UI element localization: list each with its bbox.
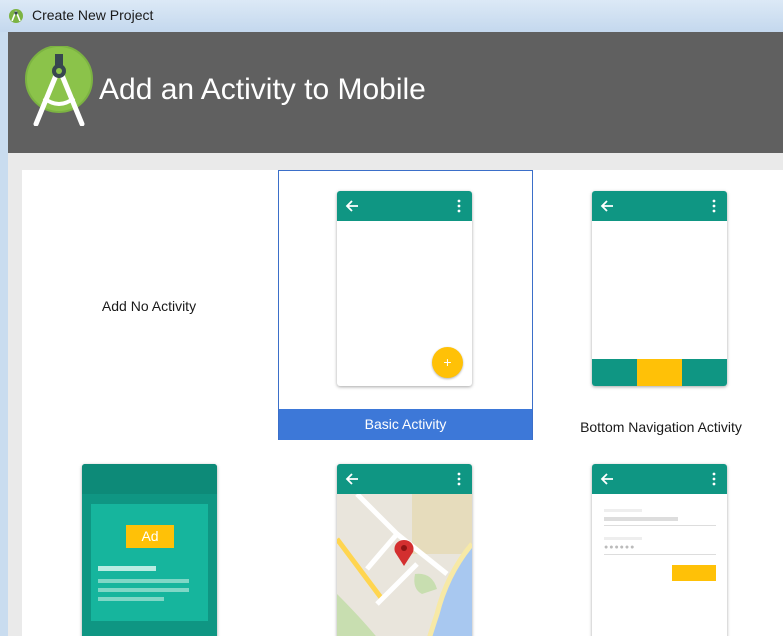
phone-preview: Ad	[82, 464, 217, 636]
ad-text-line	[98, 588, 189, 592]
sign-in-button	[672, 565, 716, 581]
password-field-value: ●●●●●●	[604, 544, 636, 551]
phone-preview: +	[337, 191, 472, 386]
ad-text-line	[98, 597, 164, 601]
page-title: Add an Activity to Mobile	[99, 73, 426, 106]
back-arrow-icon	[600, 473, 613, 485]
back-arrow-icon	[345, 200, 358, 212]
app-bar	[82, 464, 217, 494]
back-arrow-icon	[600, 200, 613, 212]
phone-preview	[337, 464, 472, 636]
activity-tile-login[interactable]: ●●●●●●	[534, 460, 783, 636]
activity-label: Add No Activity	[101, 298, 197, 314]
app-bar	[337, 191, 472, 221]
map-illustration	[337, 494, 472, 636]
ad-badge: Ad	[126, 525, 174, 548]
email-field-underline	[604, 525, 716, 526]
android-studio-logo-icon	[24, 45, 94, 131]
overflow-menu-icon	[712, 472, 716, 486]
create-project-window: Create New Project Add an Activity to Mo…	[0, 0, 783, 636]
bottom-nav-selected-item	[637, 359, 682, 386]
overflow-menu-icon	[712, 199, 716, 213]
overflow-menu-icon	[457, 199, 461, 213]
overflow-menu-icon	[457, 472, 461, 486]
window-title: Create New Project	[32, 7, 154, 23]
fab-plus-icon: +	[432, 347, 463, 378]
phone-preview: ●●●●●●	[592, 464, 727, 636]
window-frame-left	[0, 32, 8, 636]
android-studio-app-icon	[8, 8, 24, 29]
activity-label: Basic Activity	[279, 409, 532, 440]
ad-text-line	[98, 579, 189, 583]
email-field-value	[604, 517, 678, 521]
back-arrow-icon	[345, 473, 358, 485]
ad-text-line	[98, 566, 156, 571]
activity-gallery[interactable]: Add No Activity + Basic Activity Bottom …	[22, 170, 783, 636]
app-bar	[592, 464, 727, 494]
email-field-hint	[604, 509, 642, 512]
activity-tile-basic[interactable]: + Basic Activity	[278, 170, 533, 440]
phone-preview	[592, 191, 727, 386]
activity-tile-admob[interactable]: Ad	[22, 460, 276, 636]
activity-label: Bottom Navigation Activity	[580, 419, 742, 435]
activity-tile-no-activity[interactable]: Add No Activity	[22, 170, 276, 440]
ad-card: Ad	[91, 504, 208, 621]
app-bar	[337, 464, 472, 494]
app-bar	[592, 191, 727, 221]
window-titlebar[interactable]: Create New Project	[0, 0, 783, 32]
activity-tile-bottom-navigation[interactable]: Bottom Navigation Activity	[534, 170, 783, 440]
bottom-nav-bar	[592, 359, 727, 386]
activity-tile-maps[interactable]	[278, 460, 532, 636]
wizard-header: Add an Activity to Mobile	[8, 32, 783, 153]
password-field-hint	[604, 537, 642, 540]
password-field-underline	[604, 554, 716, 555]
